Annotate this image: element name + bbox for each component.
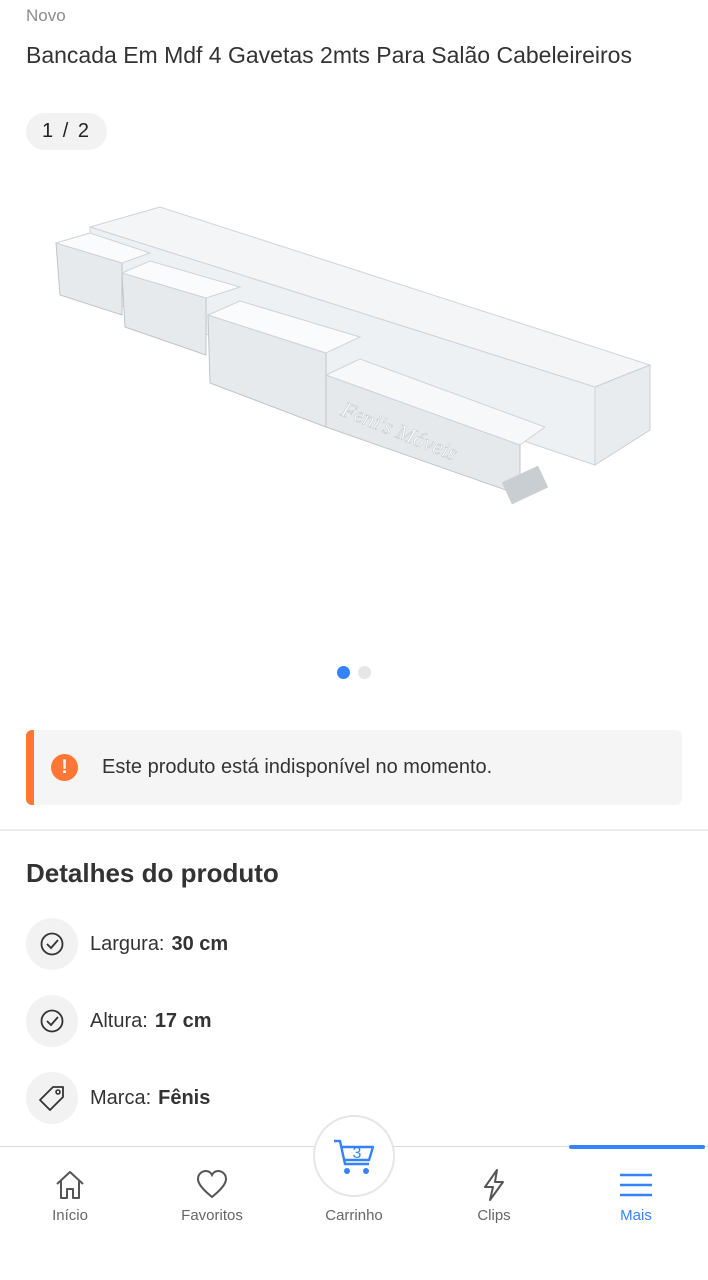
- spec-value: 30 cm: [171, 932, 229, 955]
- product-image[interactable]: Feni's Móveis: [50, 195, 660, 555]
- nav-item-mais[interactable]: Mais: [566, 1147, 706, 1247]
- nav-label: Clips: [477, 1207, 511, 1224]
- product-title: Bancada Em Mdf 4 Gavetas 2mts Para Salão…: [26, 42, 632, 68]
- nav-item-inicio[interactable]: Início: [0, 1147, 140, 1247]
- nav-label: Mais: [620, 1207, 652, 1224]
- check-circle-icon: [26, 918, 78, 970]
- spec-row-marca: Marca: Fênis: [26, 1072, 210, 1124]
- nav-label: Início: [52, 1207, 88, 1224]
- cart-button[interactable]: 3: [313, 1115, 395, 1197]
- nav-label: Carrinho: [325, 1207, 383, 1224]
- gallery-dot[interactable]: [358, 666, 371, 679]
- alert-bar: [26, 730, 34, 805]
- nav-item-clips[interactable]: Clips: [424, 1147, 564, 1247]
- image-counter: 1 / 2: [26, 113, 107, 150]
- nav-item-favoritos[interactable]: Favoritos: [142, 1147, 282, 1247]
- unavailable-alert: ! Este produto está indisponível no mome…: [26, 730, 682, 805]
- spec-label: Marca:: [90, 1086, 152, 1109]
- gallery-dots: [0, 666, 708, 679]
- spec-row-altura: Altura: 17 cm: [26, 995, 212, 1047]
- spec-row-largura: Largura: 30 cm: [26, 918, 228, 970]
- exclamation-icon: !: [51, 754, 78, 781]
- spec-value: Fênis: [158, 1086, 211, 1109]
- spec-label: Altura:: [90, 1009, 148, 1032]
- menu-icon: [619, 1167, 653, 1203]
- spec-value: 17 cm: [154, 1009, 212, 1032]
- spec-label: Largura:: [90, 932, 165, 955]
- lightning-icon: [479, 1167, 509, 1203]
- gallery-dot-active[interactable]: [337, 666, 350, 679]
- product-condition: Novo: [26, 6, 66, 25]
- cart-icon: 3: [334, 1139, 375, 1174]
- home-icon: [53, 1167, 87, 1203]
- details-title: Detalhes do produto: [26, 858, 279, 888]
- cart-badge: 3: [353, 1145, 362, 1162]
- heart-icon: [195, 1167, 229, 1203]
- tag-icon: [26, 1072, 78, 1124]
- section-divider: [0, 829, 708, 831]
- nav-label: Favoritos: [181, 1207, 243, 1224]
- alert-text: Este produto está indisponível no moment…: [102, 756, 493, 778]
- check-circle-icon: [26, 995, 78, 1047]
